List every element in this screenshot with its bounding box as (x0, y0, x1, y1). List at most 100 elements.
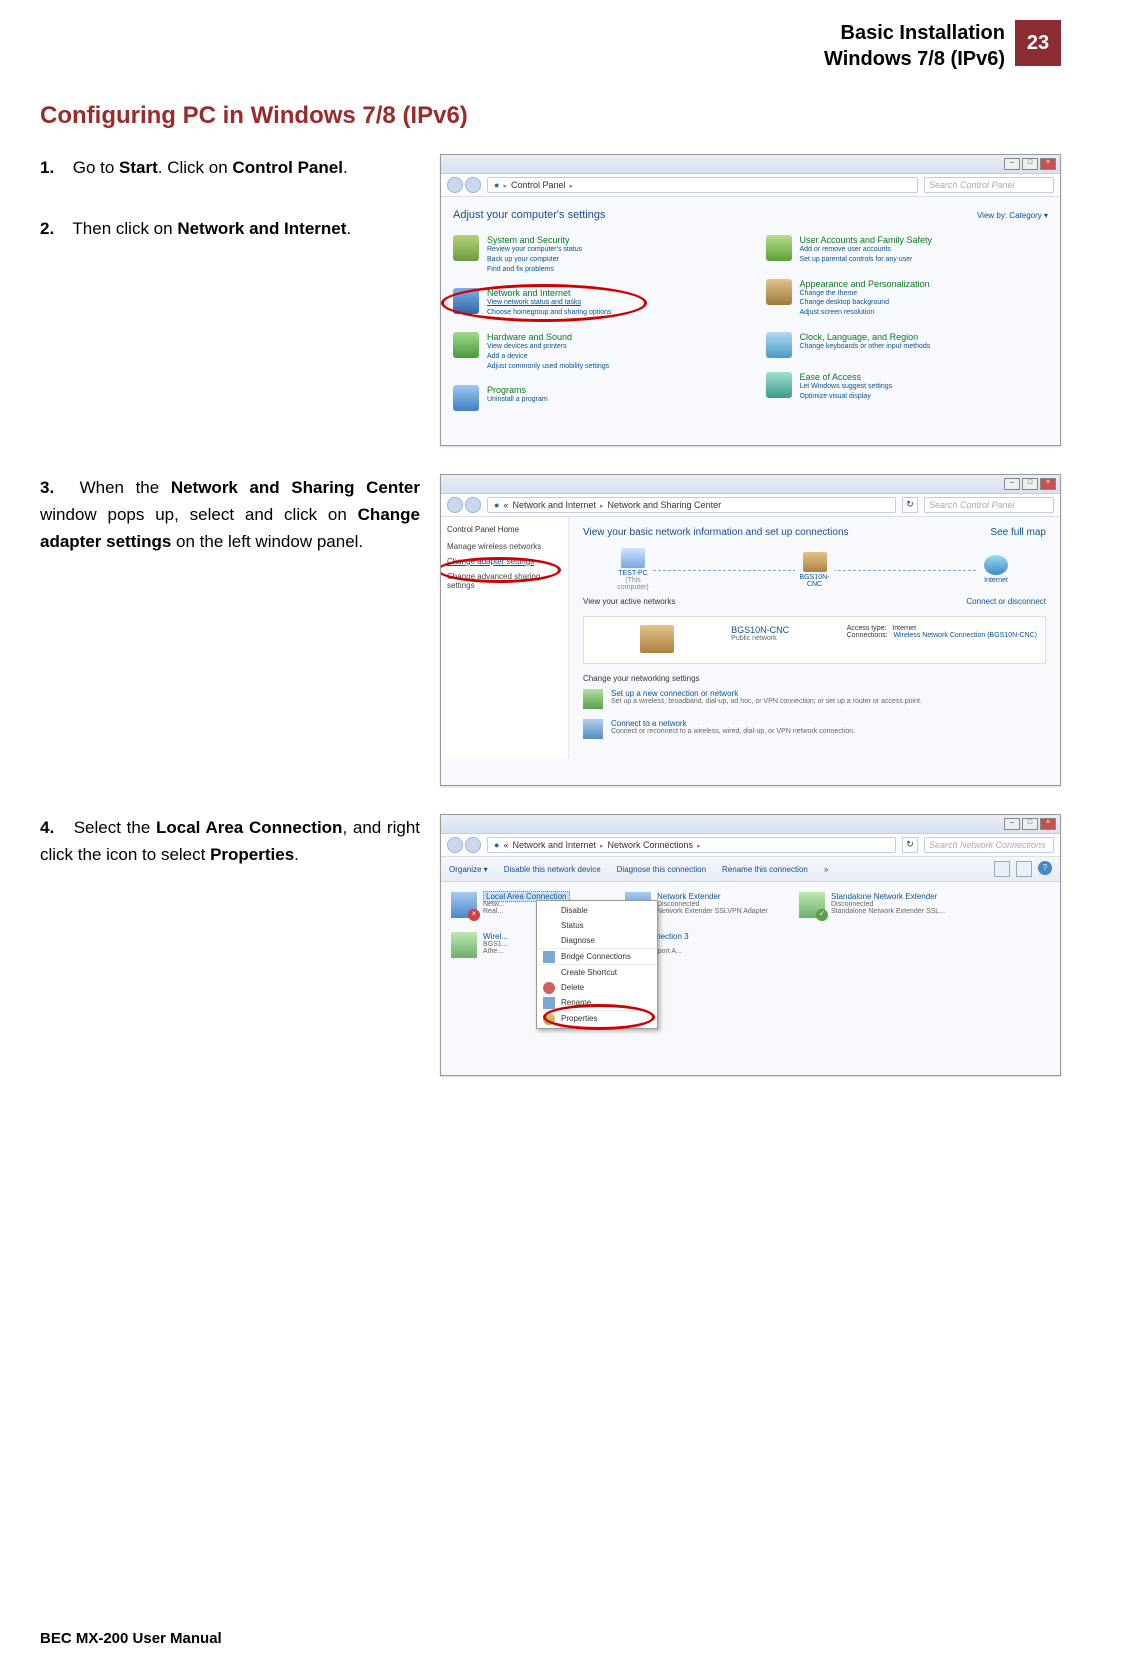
nav-back-button[interactable] (447, 177, 463, 193)
page-number-badge: 23 (1015, 20, 1061, 66)
window-close-button[interactable]: × (1040, 158, 1056, 170)
connect-disconnect-link[interactable]: Connect or disconnect (966, 597, 1046, 606)
window-maximize-button[interactable]: □ (1022, 818, 1038, 830)
step-4: 4. Select the Local Area Connection, and… (40, 814, 420, 868)
computer-icon (621, 548, 645, 568)
screenshot-network-connections: – □ × ● « Network and Internet Network C… (440, 814, 1061, 1076)
wireless-connection[interactable]: Wirel... BGS1... Athe... (451, 932, 531, 958)
toolbar-organize[interactable]: Organize ▾ (449, 865, 488, 874)
sidebar-wireless[interactable]: Manage wireless networks (447, 542, 562, 551)
nav-fwd-button[interactable] (465, 497, 481, 513)
bridge-icon (543, 951, 555, 963)
ctx-bridge[interactable]: Bridge Connections (537, 949, 657, 965)
cp-network-internet[interactable]: Network and Internet View network status… (453, 288, 736, 318)
view-by-dropdown[interactable]: View by: Category ▾ (977, 211, 1048, 220)
breadcrumb[interactable]: ● « Network and Internet Network Connect… (487, 837, 896, 853)
nav-back-button[interactable] (447, 497, 463, 513)
properties-icon (543, 1013, 555, 1025)
box-icon (453, 385, 479, 411)
window-minimize-button[interactable]: – (1004, 478, 1020, 490)
ctx-delete[interactable]: Delete (537, 980, 657, 995)
clock-icon (766, 332, 792, 358)
step-1: 1. Go to Start. Click on Control Panel. (40, 154, 420, 181)
nav-fwd-button[interactable] (465, 177, 481, 193)
desktop-icon (766, 279, 792, 305)
sidebar: Control Panel Home Manage wireless netwo… (441, 517, 569, 759)
page-header: Basic Installation Windows 7/8 (IPv6) 23 (40, 20, 1061, 72)
change-settings-label: Change your networking settings (583, 674, 1046, 683)
ns-heading: View your basic network information and … (583, 527, 849, 538)
step-3: 3. When the Network and Sharing Center w… (40, 474, 420, 556)
window-maximize-button[interactable]: □ (1022, 478, 1038, 490)
access-icon (766, 372, 792, 398)
ctx-diagnose[interactable]: Diagnose (537, 933, 657, 949)
rename-icon (543, 997, 555, 1009)
ctx-rename[interactable]: Rename (537, 995, 657, 1011)
wizard-icon (583, 689, 603, 709)
cp-hardware-sound[interactable]: Hardware and Sound View devices and prin… (453, 332, 736, 371)
cp-programs[interactable]: Programs Uninstall a program (453, 385, 736, 411)
refresh-button[interactable]: ↻ (902, 837, 918, 853)
users-icon (766, 235, 792, 261)
sidebar-advanced-sharing[interactable]: Change advanced sharing settings (447, 572, 562, 590)
search-input[interactable]: Search Network Connections (924, 837, 1054, 853)
ethernet-icon: × (451, 892, 477, 918)
header-title-2: Windows 7/8 (IPv6) (824, 46, 1005, 72)
section-title: Configuring PC in Windows 7/8 (IPv6) (40, 102, 1061, 130)
see-full-map-link[interactable]: See full map (990, 527, 1046, 538)
preview-icon[interactable] (1016, 861, 1032, 877)
ctx-disable[interactable]: Disable (537, 903, 657, 918)
search-input[interactable]: Search Control Panel (924, 497, 1054, 513)
window-minimize-button[interactable]: – (1004, 818, 1020, 830)
window-close-button[interactable]: × (1040, 818, 1056, 830)
printer-icon (453, 332, 479, 358)
breadcrumb[interactable]: ● « Network and Internet Network and Sha… (487, 497, 896, 513)
nav-fwd-button[interactable] (465, 837, 481, 853)
toolbar-more[interactable]: » (824, 865, 828, 874)
help-icon[interactable]: ? (1038, 861, 1052, 875)
active-network-panel: BGS10N-CNC Public network Access type: I… (583, 616, 1046, 664)
toolbar-diagnose[interactable]: Diagnose this connection (617, 865, 706, 874)
sidebar-adapter-settings[interactable]: Change adapter settings (447, 557, 562, 566)
connect-to-network[interactable]: Connect to a networkConnect or reconnect… (583, 719, 1046, 739)
ethernet-icon: ✓ (799, 892, 825, 918)
shield-icon (453, 235, 479, 261)
footer-text: BEC MX-200 User Manual (40, 1630, 222, 1647)
connection-link[interactable]: Wireless Network Connection (BGS10N-CNC) (893, 632, 1037, 639)
internet-icon (984, 555, 1008, 575)
window-close-button[interactable]: × (1040, 478, 1056, 490)
delete-icon (543, 982, 555, 994)
cp-appearance[interactable]: Appearance and Personalization Change th… (766, 279, 1049, 318)
toolbar-rename[interactable]: Rename this connection (722, 865, 808, 874)
header-title-1: Basic Installation (824, 20, 1005, 46)
toolbar: Organize ▾ Disable this network device D… (441, 857, 1060, 882)
wifi-icon (451, 932, 477, 958)
ctx-status[interactable]: Status (537, 918, 657, 933)
standalone-extender[interactable]: ✓ Standalone Network Extender Disconnect… (799, 892, 959, 918)
breadcrumb[interactable]: ● Control Panel (487, 177, 918, 193)
step-2: 2. Then click on Network and Internet. (40, 215, 420, 242)
ctx-properties[interactable]: Properties (537, 1011, 657, 1026)
ctx-shortcut[interactable]: Create Shortcut (537, 965, 657, 980)
globe-icon (453, 288, 479, 314)
router-icon (803, 552, 827, 572)
screenshot-control-panel: – □ × ● Control Panel Search Control Pan… (440, 154, 1061, 446)
network-name-link[interactable]: BGS10N-CNC (731, 625, 789, 635)
window-maximize-button[interactable]: □ (1022, 158, 1038, 170)
context-menu: Disable Status Diagnose Bridge Connectio… (536, 900, 658, 1029)
setup-new-connection[interactable]: Set up a new connection or networkSet up… (583, 689, 1046, 709)
toolbar-disable[interactable]: Disable this network device (504, 865, 601, 874)
bench-icon (640, 625, 674, 653)
refresh-button[interactable]: ↻ (902, 497, 918, 513)
view-icon[interactable] (994, 861, 1010, 877)
nav-back-button[interactable] (447, 837, 463, 853)
connect-icon (583, 719, 603, 739)
cp-system-security[interactable]: System and Security Review your computer… (453, 235, 736, 274)
cp-clock-language[interactable]: Clock, Language, and Region Change keybo… (766, 332, 1049, 358)
cp-user-accounts[interactable]: User Accounts and Family Safety Add or r… (766, 235, 1049, 265)
window-minimize-button[interactable]: – (1004, 158, 1020, 170)
active-networks-label: View your active networks (583, 597, 675, 606)
cp-heading: Adjust your computer's settings (453, 209, 606, 221)
search-input[interactable]: Search Control Panel (924, 177, 1054, 193)
cp-ease-access[interactable]: Ease of Access Let Windows suggest setti… (766, 372, 1049, 402)
